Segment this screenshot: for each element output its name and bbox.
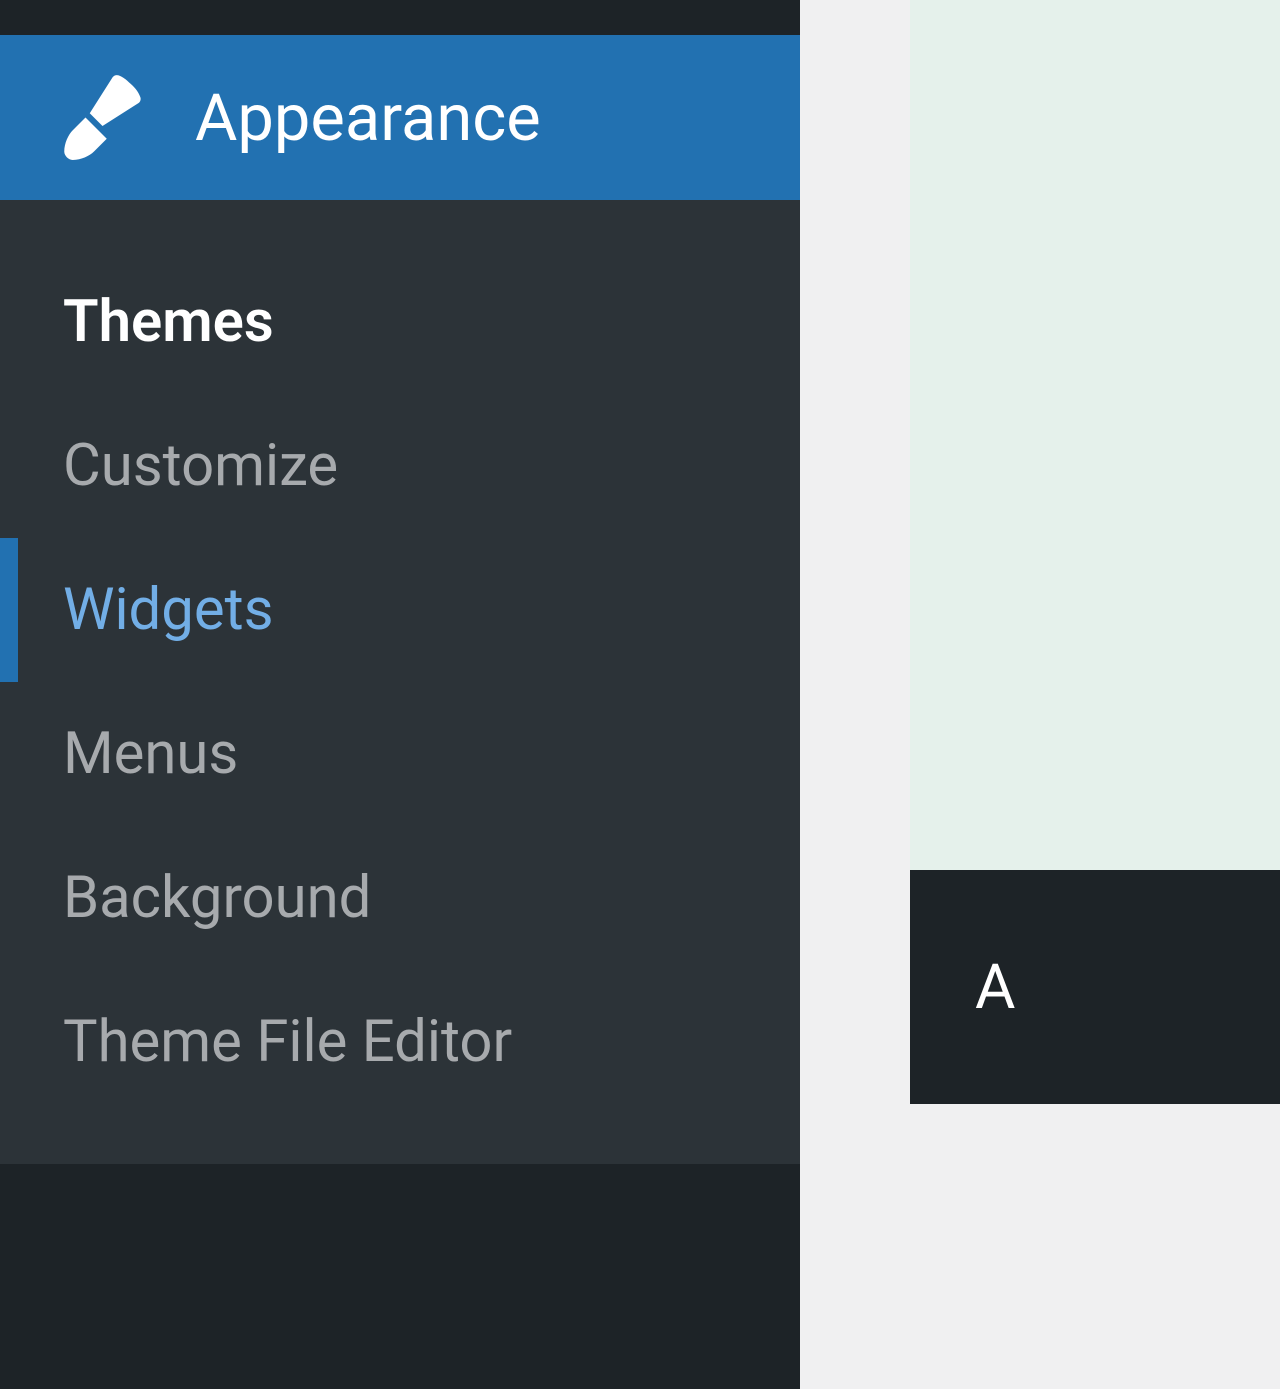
content-panel [910,0,1280,870]
top-bar [0,0,800,35]
admin-sidebar: Appearance Themes Customize Widgets Menu… [0,0,800,1389]
submenu-widgets[interactable]: Widgets [0,538,800,682]
submenu-themes[interactable]: Themes [0,250,800,394]
submenu-label: Background [63,864,371,932]
partial-text: A [975,951,1015,1024]
submenu-label: Customize [63,432,338,500]
menu-appearance[interactable]: Appearance [0,35,800,200]
paintbrush-icon [60,75,145,160]
submenu-theme-file-editor[interactable]: Theme File Editor [0,970,800,1114]
submenu-menus[interactable]: Menus [0,682,800,826]
submenu-label: Theme File Editor [63,1008,512,1076]
submenu-label: Menus [63,720,238,788]
submenu-label: Widgets [63,576,274,644]
submenu-background[interactable]: Background [0,826,800,970]
sidebar-bottom [0,1359,800,1389]
appearance-submenu: Themes Customize Widgets Menus Backgroun… [0,200,800,1164]
dark-panel[interactable]: A [910,870,1280,1104]
submenu-label: Themes [63,288,274,356]
menu-appearance-label: Appearance [195,80,541,156]
content-area: A [800,0,1280,1389]
submenu-customize[interactable]: Customize [0,394,800,538]
